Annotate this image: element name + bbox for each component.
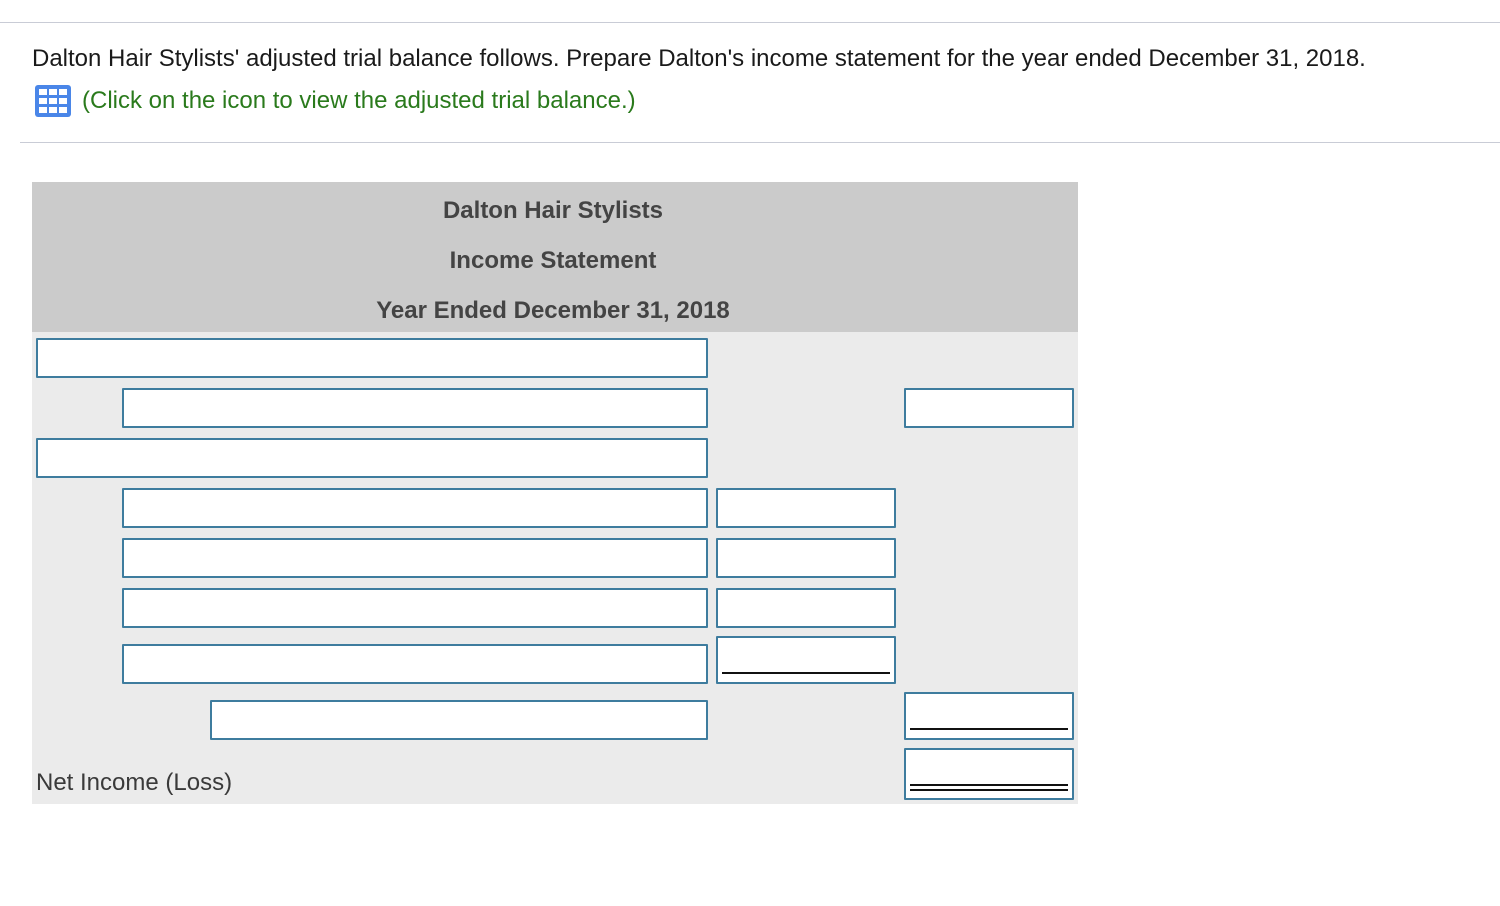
double-underline-bottom: [910, 789, 1068, 791]
double-underline-top: [910, 784, 1068, 786]
expense-account-input-2[interactable]: [122, 538, 708, 578]
expense-amount-input-1[interactable]: [716, 488, 896, 528]
expense-account-input-1[interactable]: [122, 488, 708, 528]
income-statement-form: Dalton Hair Stylists Income Statement Ye…: [32, 182, 1078, 804]
net-income-amount-input[interactable]: [904, 748, 1074, 800]
statement-header: Dalton Hair Stylists Income Statement Ye…: [32, 182, 1078, 332]
revenue-amount-input[interactable]: [904, 388, 1074, 428]
revenue-account-input[interactable]: [122, 388, 708, 428]
total-expenses-label-input[interactable]: [210, 700, 708, 740]
section-divider: [20, 142, 1500, 143]
expense-amount-input-2[interactable]: [716, 538, 896, 578]
expense-amount-input-4[interactable]: [716, 636, 896, 684]
single-underline: [722, 672, 890, 674]
company-name: Dalton Hair Stylists: [442, 197, 664, 224]
expense-account-input-4[interactable]: [122, 644, 708, 684]
statement-title: Income Statement: [449, 247, 657, 274]
expense-amount-input-3[interactable]: [716, 588, 896, 628]
top-divider: [0, 22, 1500, 23]
expense-account-input-3[interactable]: [122, 588, 708, 628]
trial-balance-link-text[interactable]: (Click on the icon to view the adjusted …: [82, 85, 636, 117]
revenues-heading-input[interactable]: [36, 338, 708, 378]
trial-balance-link[interactable]: (Click on the icon to view the adjusted …: [34, 84, 636, 118]
statement-period: Year Ended December 31, 2018: [376, 297, 730, 324]
question-prompt: Dalton Hair Stylists' adjusted trial bal…: [32, 45, 1366, 72]
single-underline: [910, 728, 1068, 730]
expenses-heading-input[interactable]: [36, 438, 708, 478]
table-grid-icon[interactable]: [34, 84, 72, 118]
net-income-label: Net Income (Loss): [36, 769, 233, 796]
total-expenses-amount-input[interactable]: [904, 692, 1074, 740]
